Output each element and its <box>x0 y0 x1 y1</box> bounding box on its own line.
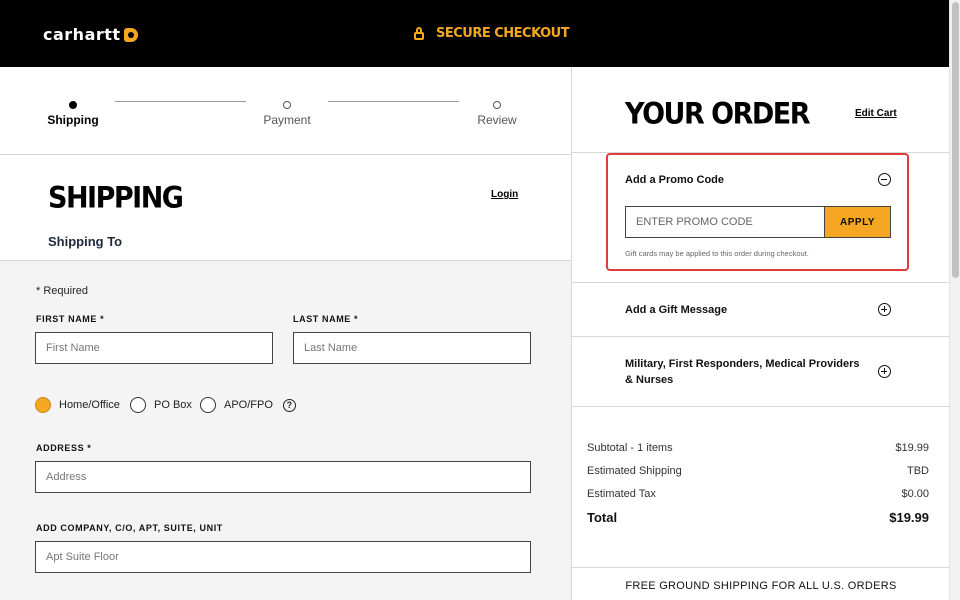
apply-button[interactable]: APPLY <box>825 206 891 238</box>
radio-selected-icon <box>35 397 51 413</box>
summary-value: TBD <box>907 465 929 477</box>
shipping-header: SHIPPING Login Shipping To <box>0 155 571 261</box>
logo-text: carhartt <box>43 25 121 44</box>
shipping-column: Shipping Payment Review SHIPPING Login S… <box>0 67 571 600</box>
promo-code-input[interactable] <box>625 206 825 238</box>
radio-label: Home/Office <box>59 399 120 411</box>
radio-label: APO/FPO <box>224 399 273 411</box>
progress-line <box>115 101 246 102</box>
promo-title[interactable]: Add a Promo Code <box>625 174 724 186</box>
summary-label: Subtotal - 1 items <box>587 442 673 454</box>
free-shipping-banner: FREE GROUND SHIPPING FOR ALL U.S. ORDERS <box>625 580 897 592</box>
divider <box>572 567 950 568</box>
plus-circle-icon[interactable] <box>878 303 891 316</box>
shipping-to-heading: Shipping To <box>48 234 123 249</box>
shipping-form: * Required FIRST NAME * LAST NAME * Home… <box>0 261 571 600</box>
military-title-line2[interactable]: & Nurses <box>625 374 673 386</box>
step-shipping[interactable]: Shipping <box>33 101 113 127</box>
divider <box>572 336 950 337</box>
step-label: Payment <box>263 113 311 127</box>
summary-row-subtotal: Subtotal - 1 items $19.99 <box>587 442 929 454</box>
last-name-field[interactable] <box>293 332 531 364</box>
radio-label: PO Box <box>154 399 192 411</box>
divider <box>572 282 950 283</box>
checkout-progress: Shipping Payment Review <box>0 67 571 155</box>
required-note: * Required <box>36 285 88 297</box>
summary-label: Estimated Shipping <box>587 465 682 477</box>
progress-line <box>328 101 459 102</box>
order-title: YOUR ORDER <box>625 97 811 132</box>
radio-home-office[interactable]: Home/Office <box>35 397 120 413</box>
summary-row-shipping: Estimated Shipping TBD <box>587 465 929 477</box>
secure-checkout-label: SECURE CHECKOUT <box>436 26 570 41</box>
address-label: ADDRESS * <box>36 443 92 453</box>
page-scrollbar[interactable] <box>949 0 960 600</box>
radio-empty-icon <box>130 397 146 413</box>
minus-circle-icon[interactable] <box>878 173 891 186</box>
summary-row-total: Total $19.99 <box>587 510 929 525</box>
summary-value: $0.00 <box>901 488 929 500</box>
step-label: Shipping <box>47 113 99 127</box>
address-field[interactable] <box>35 461 531 493</box>
login-link[interactable]: Login <box>491 189 518 200</box>
first-name-label: FIRST NAME * <box>36 314 105 324</box>
plus-circle-icon[interactable] <box>878 365 891 378</box>
page-title: SHIPPING <box>48 181 184 216</box>
carhartt-c-icon <box>123 27 138 42</box>
step-label: Review <box>477 113 517 127</box>
order-column: YOUR ORDER Edit Cart Add a Promo Code AP… <box>571 67 950 600</box>
military-title-line1[interactable]: Military, First Responders, Medical Prov… <box>625 358 860 370</box>
radio-po-box[interactable]: PO Box <box>130 397 192 413</box>
step-payment[interactable]: Payment <box>247 101 327 127</box>
step-dot-icon <box>493 101 501 109</box>
step-dot-icon <box>283 101 291 109</box>
summary-row-tax: Estimated Tax $0.00 <box>587 488 929 500</box>
first-name-field[interactable] <box>35 332 273 364</box>
help-icon[interactable]: ? <box>282 398 296 412</box>
summary-label: Estimated Tax <box>587 488 656 500</box>
edit-cart-link[interactable]: Edit Cart <box>855 108 897 119</box>
total-label: Total <box>587 510 618 525</box>
carhartt-logo[interactable]: carhartt <box>43 25 138 44</box>
secure-checkout: SECURE CHECKOUT <box>414 26 570 41</box>
total-value: $19.99 <box>889 510 929 525</box>
divider <box>572 406 950 407</box>
radio-empty-icon <box>200 397 216 413</box>
step-dot-icon <box>69 101 77 109</box>
gift-message-title[interactable]: Add a Gift Message <box>625 304 727 316</box>
radio-apo-fpo[interactable]: APO/FPO ? <box>200 397 296 413</box>
lock-icon <box>414 27 424 40</box>
company-field[interactable] <box>35 541 531 573</box>
company-label: ADD COMPANY, C/O, APT, SUITE, UNIT <box>36 523 223 533</box>
summary-value: $19.99 <box>895 442 929 454</box>
gift-card-note: Gift cards may be applied to this order … <box>625 249 809 258</box>
step-review[interactable]: Review <box>457 101 537 127</box>
last-name-label: LAST NAME * <box>293 314 359 324</box>
scrollbar-thumb[interactable] <box>952 2 959 278</box>
site-header: carhartt SECURE CHECKOUT <box>0 0 949 67</box>
